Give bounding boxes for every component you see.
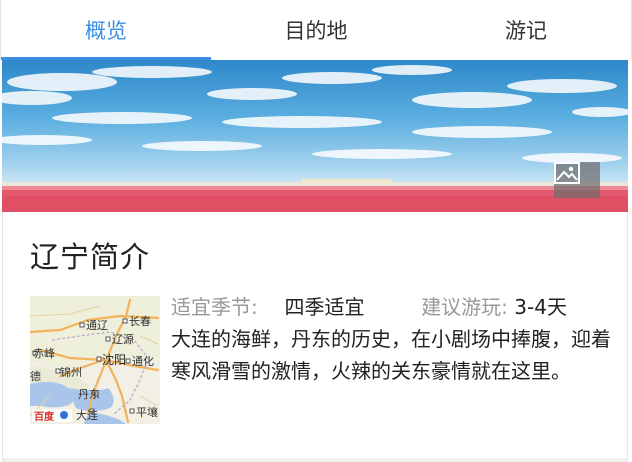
map-provider-logo: 百度 [32,409,72,423]
map-label-dandong: 丹东 [78,388,100,401]
map-logo-text: 百度 [34,410,55,423]
image-gallery-icon [554,162,580,184]
map-label-chengde: 德 [30,369,41,383]
tab-travelogues-label: 游记 [505,19,547,43]
play-key: 建议游玩: [421,295,508,319]
map-label-changchun: 长春 [129,315,151,328]
banner-scenery [2,65,628,212]
map-label-shenyang: 沈阳 [102,352,126,367]
intro-card: 辽宁简介 长春 通辽 辽源 赤峰 沈阳 通化 德 锦州 丹东 大连 平壤 百度 … [2,212,628,462]
tab-destinations[interactable]: 目的地 [211,0,421,60]
banner-image[interactable] [2,60,628,212]
intro-meta-row: 适宜季节: 四季适宜 建议游玩: 3-4天 [171,292,621,323]
map-label-tonghua: 通化 [132,354,154,368]
tab-overview-label: 概览 [85,19,127,43]
card-bottom-divider [3,458,627,462]
intro-title: 辽宁简介 [30,240,151,274]
tab-overview[interactable]: 概览 [1,0,211,60]
map-label-tongliao: 通辽 [86,319,108,332]
intro-description: 大连的海鲜，丹东的历史，在小剧场中捧腹，迎着寒风滑雪的激情，火辣的关东豪情就在这… [171,327,611,383]
play-value: 3-4天 [514,295,567,319]
app-frame: 概览 目的地 游记 辽宁简介 长春 通辽 辽源 赤峰 沈阳 通化 德 锦州 丹东… [0,0,632,462]
map-label-liaoyuan: 辽源 [112,332,134,346]
gallery-button[interactable] [554,162,600,198]
season-key: 适宜季节: [171,295,258,319]
map-label-chifeng: 赤峰 [33,347,55,360]
map-label-dalian: 大连 [76,408,98,422]
intro-info: 适宜季节: 四季适宜 建议游玩: 3-4天 大连的海鲜，丹东的历史，在小剧场中捧… [171,292,621,387]
province-map: 长春 通辽 辽源 赤峰 沈阳 通化 德 锦州 丹东 大连 平壤 百度 [30,296,160,424]
province-map-thumbnail[interactable]: 长春 通辽 辽源 赤峰 沈阳 通化 德 锦州 丹东 大连 平壤 百度 [30,296,160,424]
tab-bar: 概览 目的地 游记 [0,0,632,60]
season-value: 四季适宜 [284,295,365,319]
tab-travelogues[interactable]: 游记 [421,0,631,60]
map-label-jinzhou: 锦州 [60,365,82,379]
tab-destinations-label: 目的地 [284,19,348,43]
map-label-pyongyang: 平壤 [136,405,158,419]
